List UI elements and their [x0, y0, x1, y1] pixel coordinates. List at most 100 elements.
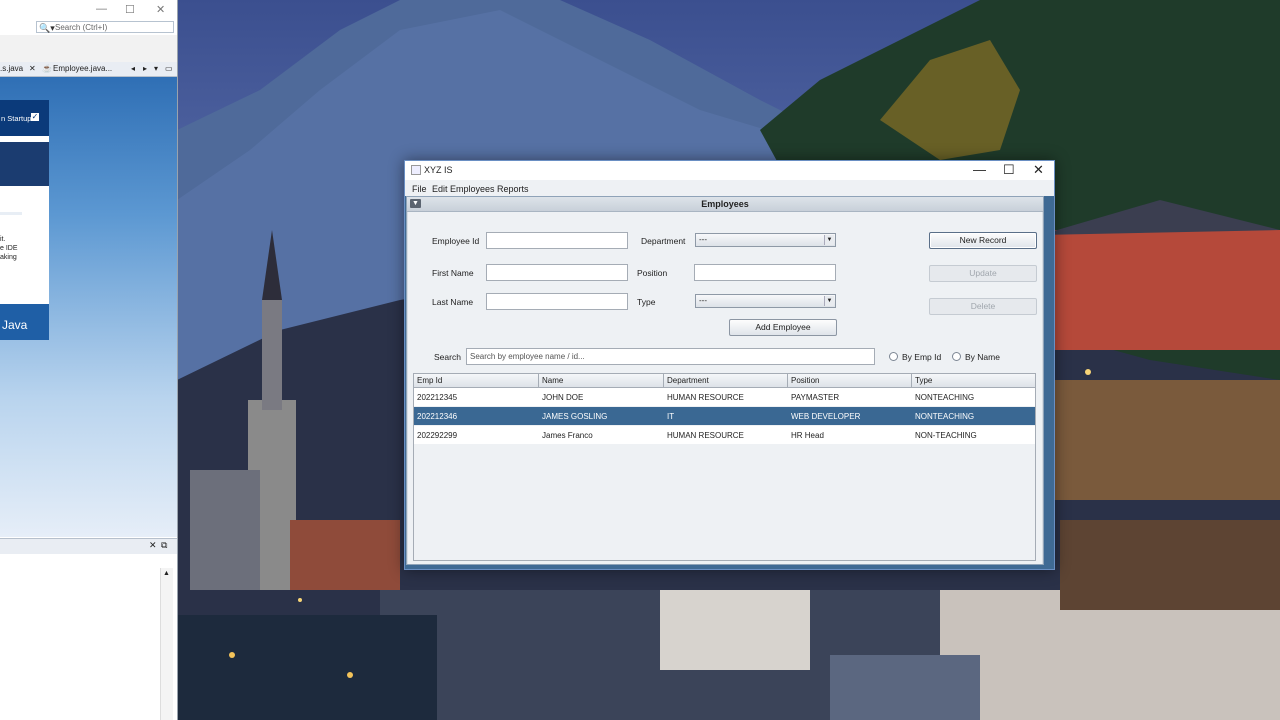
cell-position: HR Head [791, 431, 824, 440]
cell-type: NONTEACHING [915, 393, 975, 402]
scroll-left-icon[interactable]: ◂ [131, 64, 135, 73]
column-header-name[interactable]: Name [542, 376, 563, 385]
last-name-field[interactable] [486, 293, 628, 310]
menu-reports[interactable]: Reports [497, 184, 529, 194]
internal-frame-titlebar[interactable]: ▼ Employees [407, 197, 1043, 212]
position-field[interactable] [694, 264, 836, 281]
close-icon[interactable]: ✕ [149, 540, 157, 551]
internal-frame-title: Employees [701, 199, 749, 209]
first-name-label: First Name [432, 268, 474, 278]
department-select[interactable]: --- ▼ [695, 233, 836, 247]
last-name-label: Last Name [432, 297, 474, 307]
close-icon[interactable]: ✕ [1033, 162, 1044, 178]
employee-id-label: Employee Id [432, 236, 480, 246]
table-row-selected[interactable]: 202212346 JAMES GOSLING IT WEB DEVELOPER… [414, 407, 1035, 425]
start-page-panel: n Startup ✓ it. e IDE aking Java [0, 100, 49, 340]
menu-employees[interactable]: Employees [450, 184, 495, 194]
scroll-right-icon[interactable]: ▸ [143, 64, 147, 73]
type-select-value: --- [699, 296, 707, 305]
ide-search-placeholder: Search (Ctrl+I) [55, 23, 108, 32]
department-select-value: --- [699, 235, 707, 244]
dropdown-icon[interactable]: ▾ [154, 64, 158, 73]
menu-edit[interactable]: Edit [432, 184, 448, 194]
close-icon[interactable]: ✕ [29, 64, 36, 73]
panel-text: it. e IDE aking [0, 235, 18, 262]
chevron-down-icon[interactable]: ▼ [824, 296, 834, 306]
by-name-label[interactable]: By Name [965, 352, 1000, 362]
java-logo: Java [0, 304, 49, 340]
employee-id-field[interactable] [486, 232, 628, 249]
table-row[interactable]: 202292299 James Franco HUMAN RESOURCE HR… [414, 426, 1035, 444]
column-divider[interactable] [787, 374, 788, 387]
cell-emp-id: 202292299 [417, 431, 458, 440]
add-employee-button[interactable]: Add Employee [729, 319, 837, 336]
employees-table: Emp Id Name Department Position Type 202… [413, 373, 1036, 561]
ide-output-body [0, 554, 177, 720]
search-placeholder: Search by employee name / id... [470, 352, 585, 361]
type-select[interactable]: --- ▼ [695, 294, 836, 308]
cell-department: HUMAN RESOURCE [667, 393, 744, 402]
position-label: Position [637, 268, 668, 278]
column-divider[interactable] [911, 374, 912, 387]
by-emp-id-radio[interactable] [889, 352, 898, 361]
cell-name: JAMES GOSLING [542, 412, 608, 421]
panel-text-line: e IDE [0, 245, 18, 252]
maximize-icon[interactable]: ☐ [1003, 162, 1015, 178]
cell-position: PAYMASTER [791, 393, 840, 402]
table-header: Emp Id Name Department Position Type [414, 374, 1035, 388]
column-divider[interactable] [663, 374, 664, 387]
startup-label: n Startup [1, 114, 32, 123]
search-input[interactable]: Search by employee name / id... [466, 348, 875, 365]
ide-titlebar: — ☐ ✕ [0, 0, 177, 20]
panel-text-line: it. [0, 236, 6, 243]
minimize-icon[interactable]: — [973, 162, 986, 177]
menu-bar: File Edit Employees Reports [405, 181, 1054, 196]
ide-editor-tabs: .s.java ✕ ☕ Employee.java... ◂ ▸ ▾ ▭ [0, 62, 177, 77]
ide-toolbar [0, 35, 177, 63]
column-header-position[interactable]: Position [791, 376, 819, 385]
delete-button[interactable]: Delete [929, 298, 1037, 315]
ide-search-input[interactable]: 🔍▾ Search (Ctrl+I) [36, 21, 174, 33]
checkbox-icon[interactable]: ✓ [31, 113, 39, 121]
cell-emp-id: 202212346 [417, 412, 458, 421]
java-logo-text: Java [2, 318, 28, 332]
cell-emp-id: 202212345 [417, 393, 458, 402]
ide-output-header: ✕ ⧉ [0, 538, 177, 555]
menu-file[interactable]: File [412, 184, 427, 194]
editor-tab[interactable]: .s.java [0, 64, 23, 73]
first-name-field[interactable] [486, 264, 628, 281]
type-label: Type [637, 297, 656, 307]
chevron-down-icon[interactable]: ▼ [824, 235, 834, 245]
app-icon [411, 165, 421, 175]
restore-icon[interactable]: ⧉ [161, 540, 167, 551]
column-header-department[interactable]: Department [667, 376, 709, 385]
department-label: Department [641, 236, 686, 246]
scroll-up-icon[interactable]: ▲ [163, 570, 170, 577]
maximize-icon[interactable]: ☐ [125, 3, 135, 16]
minimize-icon[interactable]: — [96, 3, 107, 15]
cell-name: James Franco [542, 431, 593, 440]
panel-text-line: aking [0, 254, 17, 261]
search-icon: 🔍▾ [39, 23, 55, 33]
divider [0, 212, 22, 215]
editor-tab[interactable]: Employee.java... [53, 64, 112, 73]
by-emp-id-label[interactable]: By Emp Id [902, 352, 941, 362]
new-record-button[interactable]: New Record [929, 232, 1037, 249]
cell-name: JOHN DOE [542, 393, 584, 402]
scrollbar[interactable]: ▲ [160, 568, 173, 720]
column-divider[interactable] [538, 374, 539, 387]
app-title: XYZ IS [424, 165, 453, 175]
close-icon[interactable]: ✕ [156, 3, 165, 16]
cell-type: NONTEACHING [915, 412, 975, 421]
startup-banner: n Startup ✓ [0, 100, 49, 136]
app-titlebar: XYZ IS — ☐ ✕ [405, 161, 1054, 180]
cell-department: HUMAN RESOURCE [667, 431, 744, 440]
by-name-radio[interactable] [952, 352, 961, 361]
update-button[interactable]: Update [929, 265, 1037, 282]
column-header-type[interactable]: Type [915, 376, 932, 385]
maximize-icon[interactable]: ▭ [165, 64, 173, 73]
column-header-emp-id[interactable]: Emp Id [417, 376, 442, 385]
ide-window: — ☐ ✕ 🔍▾ Search (Ctrl+I) .s.java ✕ ☕ Emp… [0, 0, 178, 720]
cell-type: NON-TEACHING [915, 431, 977, 440]
table-row[interactable]: 202212345 JOHN DOE HUMAN RESOURCE PAYMAS… [414, 388, 1035, 406]
